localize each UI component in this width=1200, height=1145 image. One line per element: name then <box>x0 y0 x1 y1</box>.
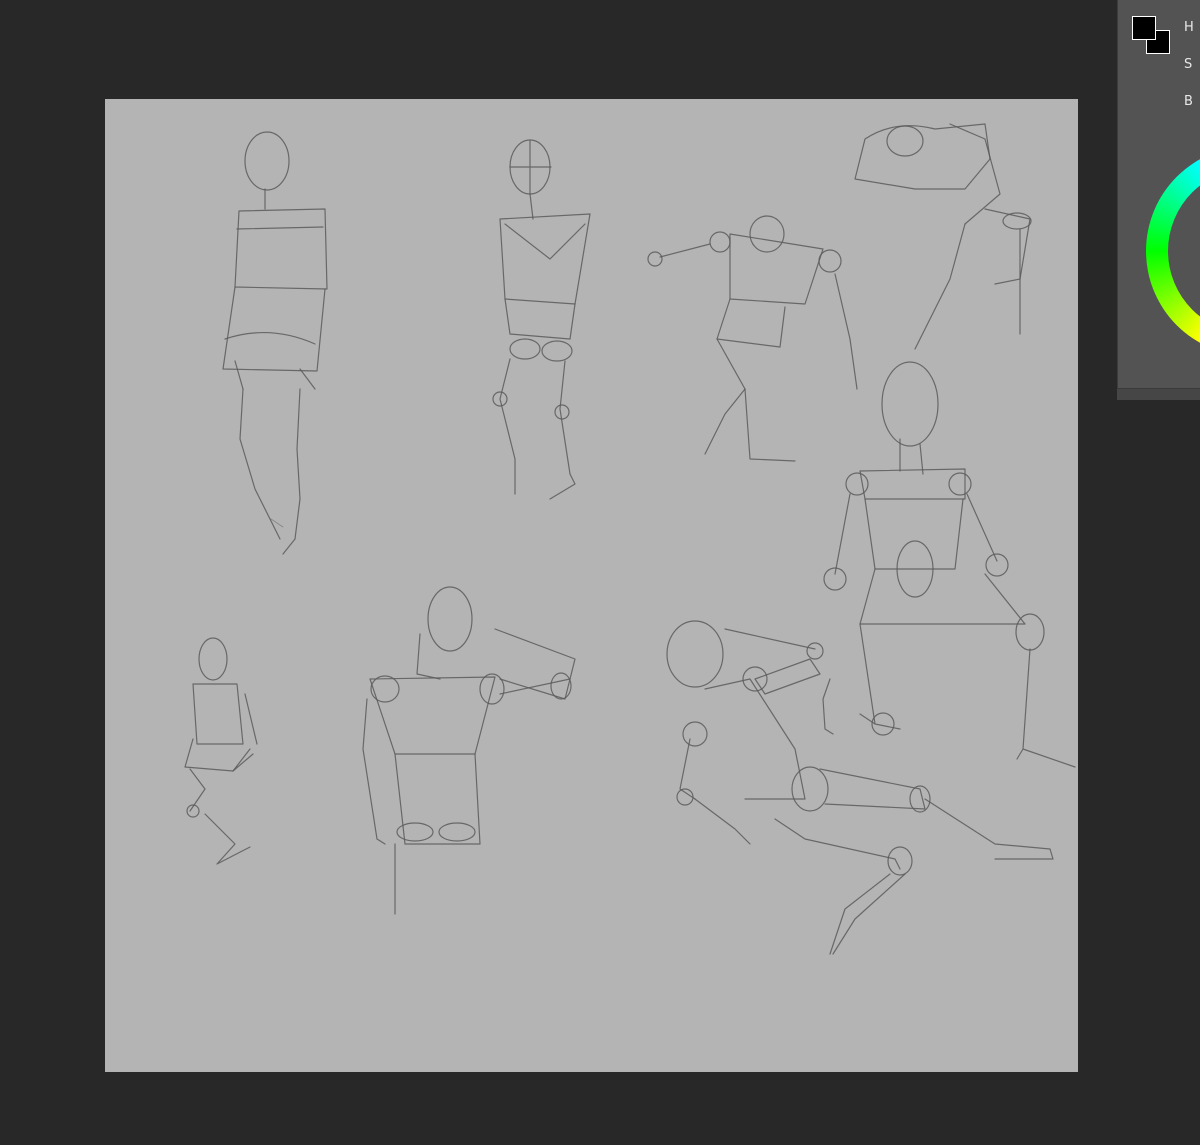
sketch-figure-seated <box>822 361 1076 768</box>
color-panel: H S B <box>1117 0 1200 399</box>
color-panel-content: H S B <box>1118 0 1200 388</box>
figure-sketches <box>184 123 1076 955</box>
color-swatches <box>1132 16 1176 60</box>
sketch-figure-reclining <box>666 620 1054 955</box>
sketch-figure-raised-arm <box>362 586 576 915</box>
panel-resize-bar[interactable] <box>1117 388 1200 400</box>
sketch-figure-walking <box>492 139 591 500</box>
drawing-canvas[interactable] <box>105 99 1078 1072</box>
sketch-figure-leaning <box>854 123 1032 350</box>
hue-label: H <box>1184 20 1194 35</box>
brightness-label: B <box>1184 94 1193 109</box>
sketch-figure-arms-out <box>647 215 858 462</box>
workspace: H S B <box>0 0 1200 1145</box>
sketch-figure-crouching <box>184 637 258 865</box>
hue-ring[interactable] <box>1146 146 1200 356</box>
sketch-figure-standing <box>222 131 328 555</box>
foreground-color-swatch[interactable] <box>1132 16 1156 40</box>
saturation-label: S <box>1184 57 1193 72</box>
saturation-brightness-area[interactable] <box>1168 168 1200 334</box>
